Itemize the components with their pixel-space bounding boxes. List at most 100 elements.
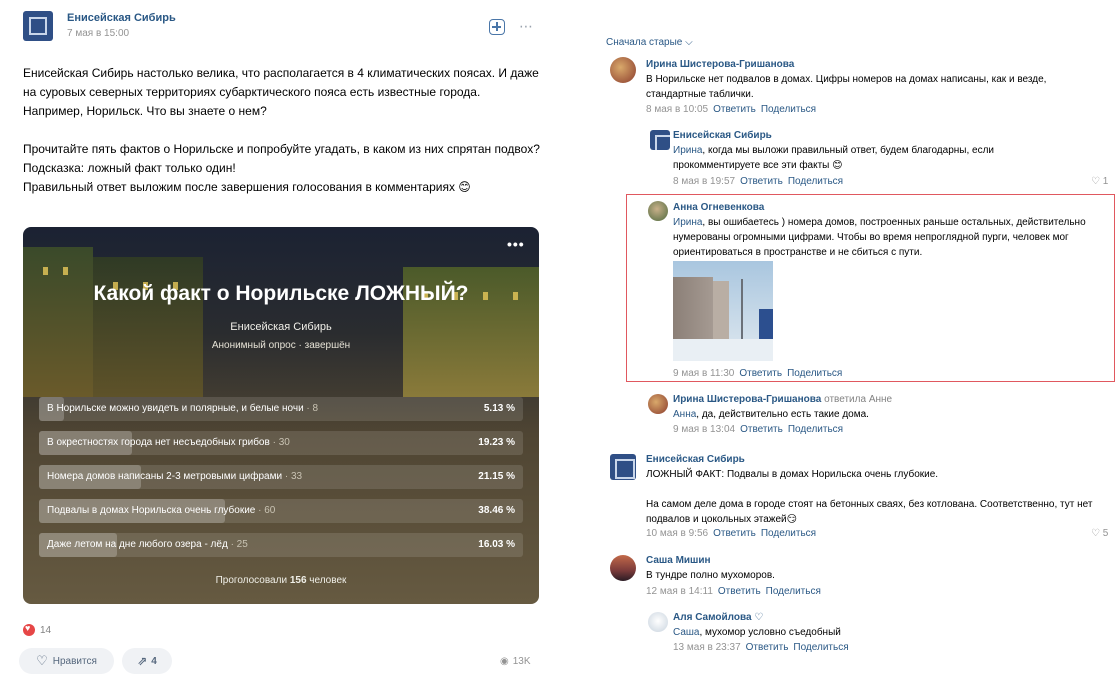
post-date[interactable]: 7 мая в 15:00 [67,28,129,39]
user-avatar[interactable] [648,612,668,632]
comment-author[interactable]: Енисейская Сибирь [646,454,745,465]
comment-text: На самом деле дома в городе стоят на бет… [646,499,1093,525]
poll-option-count: · 30 [269,437,290,448]
poll-option-count: · 8 [303,403,319,414]
share-link[interactable]: Поделиться [788,424,843,435]
reply-link[interactable]: Ответить [740,424,783,435]
user-avatar[interactable] [648,201,668,221]
reply-link[interactable]: Ответить [713,104,756,115]
comment-text: Ирина, когда мы выложи правильный ответ,… [673,145,995,171]
user-avatar[interactable] [648,394,668,414]
reply-link[interactable]: Ответить [718,586,761,597]
comment-likes[interactable]: ♡ 1 [1091,176,1108,187]
poll-option-percent: 5.13 % [483,403,515,414]
poll-option-count: · 60 [255,505,276,516]
share-link[interactable]: Поделиться [761,104,816,115]
comment-text: Саша, мухомор условно съедобный [673,627,841,638]
post-paragraph-1: Енисейская Сибирь настолько велика, что … [23,66,543,118]
poll-total: Проголосовали 156 человек [215,575,347,586]
comment-text: Анна, да, действительно есть такие дома. [673,409,869,420]
user-avatar[interactable] [610,555,636,581]
reply-link[interactable]: Ответить [739,368,782,379]
community-avatar[interactable] [650,130,670,150]
poll-meta: Анонимный опрос · завершён [211,340,351,351]
comment-likes[interactable]: ♡ 5 [1091,528,1108,539]
poll-option[interactable]: Подвалы в домах Норильска очень глубокие… [39,499,523,523]
share-link[interactable]: Поделиться [787,368,842,379]
poll-option[interactable]: В Норильске можно увидеть и полярные, и … [39,397,523,421]
share-link[interactable]: Поделиться [766,586,821,597]
comment-date[interactable]: 8 мая в 10:05 [646,104,708,115]
poll-option[interactable]: Даже летом на дне любого озера - лёд · 2… [39,533,523,557]
comment-text: ЛОЖНЫЙ ФАКТ: Подвалы в домах Норильска о… [646,469,939,480]
like-label: Нравится [52,655,97,667]
comment-date[interactable]: 12 мая в 14:11 [646,586,713,597]
like-button[interactable]: ♡ Нравится [19,648,114,674]
comment-author[interactable]: Ирина Шистерова-Гришанова ответила Анне [673,394,892,405]
reply-link[interactable]: Ответить [740,176,783,187]
comment-author[interactable]: Аля Самойлова ♡ [673,612,763,623]
comment-date[interactable]: 8 мая в 19:57 [673,176,735,187]
comment-photo[interactable] [673,261,773,361]
comment-author[interactable]: Анна Огневенкова [673,202,764,213]
poll-option-count: · 33 [282,471,303,482]
views-count: 13K [512,656,531,667]
share-button[interactable]: ⇗ 4 [122,648,172,674]
reply-link[interactable]: Ответить [746,642,789,653]
mention-link[interactable]: Анна [673,409,696,420]
share-count: 4 [151,655,157,667]
poll-option-label: Даже летом на дне любого озера - лёд [47,539,228,550]
poll-option-label: В Норильске можно увидеть и полярные, и … [47,403,304,414]
comment-text: Ирина, вы ошибаетесь ) номера домов, пос… [673,217,1086,258]
comment-date[interactable]: 9 мая в 13:04 [673,424,735,435]
post-paragraph-2: Прочитайте пять фактов о Норильске и поп… [23,142,540,194]
poll-option-count: · 25 [227,539,248,550]
comment-meta: 13 мая в 23:37 Ответить Поделиться [673,642,849,653]
poll-option[interactable]: В окрестностях города нет несъедобных гр… [39,431,523,455]
add-icon[interactable] [489,19,505,35]
poll-option-label: Номера домов написаны 2-3 метровыми цифр… [47,471,283,482]
comment-meta: 9 мая в 13:04 Ответить Поделиться [673,424,843,435]
post-author[interactable]: Енисейская Сибирь [67,12,176,24]
poll-option-percent: 19.23 % [478,437,515,448]
mention-link[interactable]: Ирина [673,217,702,228]
comment-text: В Норильске нет подвалов в домах. Цифры … [646,74,1047,100]
comment-author[interactable]: Саша Мишин [646,555,711,566]
community-avatar[interactable] [610,454,636,480]
comment-meta: 8 мая в 10:05 Ответить Поделиться [646,104,816,115]
mention-link[interactable]: Саша [673,627,699,638]
comment-date[interactable]: 10 мая в 9:56 [646,528,708,539]
comment-author[interactable]: Ирина Шистерова-Гришанова [646,59,794,70]
poll-title: Какой факт о Норильске ЛОЖНЫЙ? [93,282,469,305]
comment-text: В тундре полно мухоморов. [646,570,775,581]
poll-menu-icon[interactable]: ••• [507,236,525,252]
community-avatar[interactable] [23,11,53,41]
share-icon: ⇗ [137,654,148,668]
reactions-row[interactable]: 14 [23,623,51,636]
comments-section: Сначала старые ⌵ Ирина Шистерова-Гришано… [598,0,1119,679]
post-text: Енисейская Сибирь настолько велика, что … [23,64,543,197]
comment-meta: 10 мая в 9:56 Ответить Поделиться [646,528,816,539]
poll-option-label: Подвалы в домах Норильска очень глубокие [47,505,256,516]
poll-card: ••• Какой факт о Норильске ЛОЖНЫЙ? Енисе… [23,227,539,604]
share-link[interactable]: Поделиться [761,528,816,539]
poll-option[interactable]: Номера домов написаны 2-3 метровыми цифр… [39,465,523,489]
share-link[interactable]: Поделиться [788,176,843,187]
comment-author[interactable]: Енисейская Сибирь [673,130,772,141]
heart-outline-icon: ♡ [36,653,48,668]
comment-date[interactable]: 9 мая в 11:30 [673,368,734,379]
more-icon[interactable]: ⋯ [519,18,534,35]
comment-date[interactable]: 13 мая в 23:37 [673,642,741,653]
post-card: Енисейская Сибирь 7 мая в 15:00 ⋯ Енисей… [0,0,560,679]
reply-link[interactable]: Ответить [713,528,756,539]
user-avatar[interactable] [610,57,636,83]
community-logo-icon [29,17,47,35]
comment-meta: 9 мая в 11:30 Ответить Поделиться [673,368,842,379]
comment-meta: 12 мая в 14:11 Ответить Поделиться [646,586,821,597]
poll-author: Енисейская Сибирь [230,321,332,333]
mention-link[interactable]: Ирина [673,145,702,156]
sort-dropdown[interactable]: Сначала старые ⌵ [606,37,693,48]
poll-option-percent: 38.46 % [478,505,515,516]
share-link[interactable]: Поделиться [793,642,848,653]
poll-option-percent: 16.03 % [478,539,515,550]
